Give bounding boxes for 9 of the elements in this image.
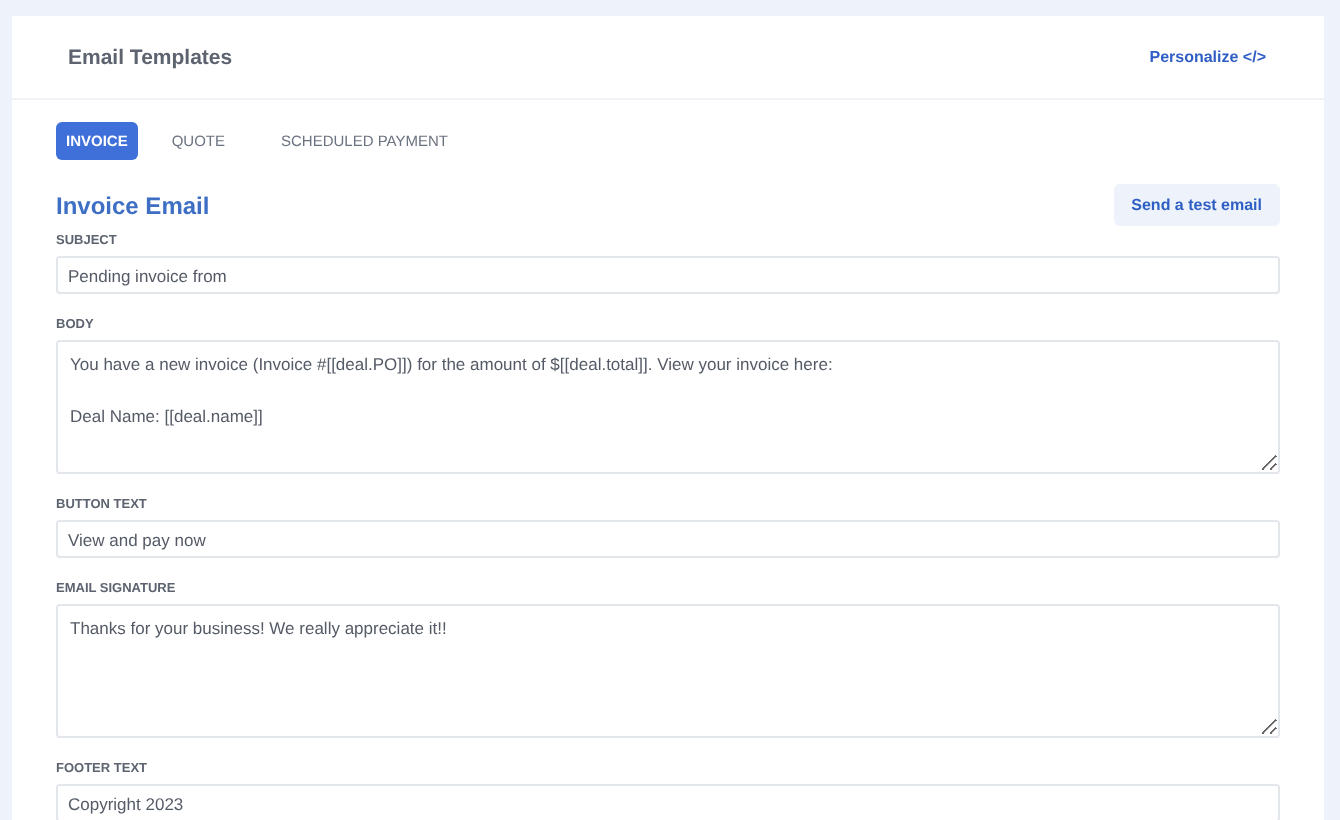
input-field[interactable]: Pending invoice from (56, 256, 1280, 294)
input-field[interactable]: View and pay now (56, 520, 1280, 558)
personalize-link[interactable]: Personalize </> (1149, 48, 1266, 66)
text-area[interactable]: You have a new invoice (Invoice #[[deal.PO]]) for the amount of $[[deal.total]]. View your invoice here: Deal Name: [[deal.name]] (56, 340, 1280, 474)
text-area[interactable]: Thanks for your business! We really appreciate it!! (56, 604, 1280, 738)
section-title: Invoice Email (56, 191, 210, 219)
input-field[interactable]: Copyright 2023 (56, 784, 1280, 820)
send-test-email-button[interactable]: Send a test email (1113, 184, 1280, 226)
page-title: Email Templates (68, 45, 233, 69)
